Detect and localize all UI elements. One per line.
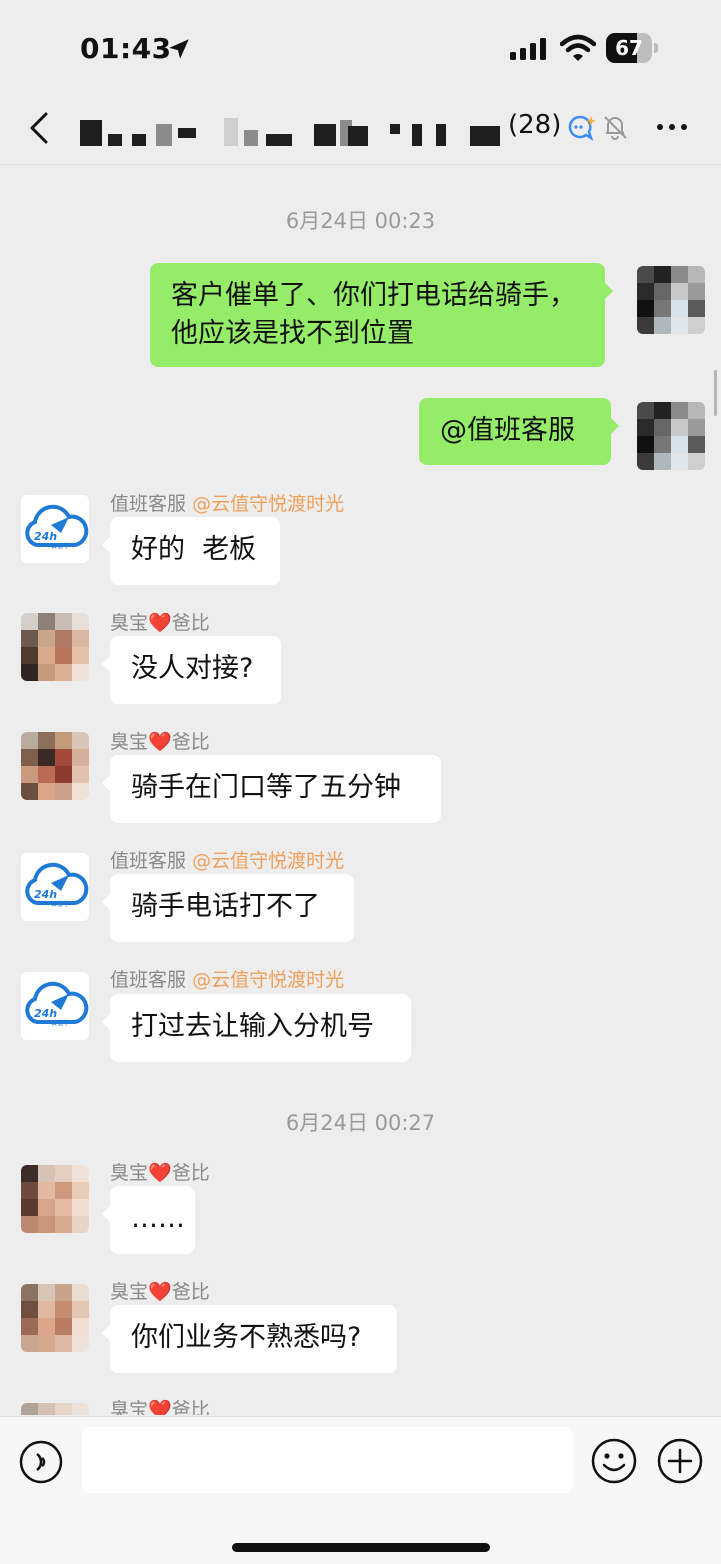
member-count: (28) (508, 110, 562, 140)
message-text: @值班客服 (440, 415, 575, 446)
bot-caption-text: 云值守 (51, 542, 69, 550)
bot-badge-text: 24h (34, 1007, 57, 1020)
back-chevron-icon[interactable] (22, 106, 58, 150)
bot-badge-text: 24h (34, 530, 57, 543)
timestamp-divider: 6月24日 00:27 (285, 1111, 436, 1135)
group-name-redacted (78, 106, 508, 150)
cloud-24h-logo-icon: 24h 云值守 (25, 504, 89, 550)
message-text: 骑手电话打不了 (131, 891, 320, 922)
clock-time: 01:43 (80, 32, 172, 65)
sender-name: 臭宝❤️爸比 (110, 731, 210, 753)
message-input-bar (0, 1416, 721, 1564)
cloud-24h-logo-icon: 24h 云值守 (25, 981, 89, 1027)
incoming-message-bubble[interactable]: 骑手电话打不了 (102, 874, 354, 942)
my-avatar[interactable] (637, 266, 705, 334)
bot-badge-text: 24h (34, 888, 57, 901)
battery-level: 67 (615, 36, 643, 60)
home-indicator[interactable] (232, 1543, 490, 1552)
outgoing-message-bubble[interactable]: 客户催单了、你们打电话给骑手， 他应该是找不到位置 (150, 263, 613, 367)
message-text: 好的 老板 (131, 534, 257, 565)
message-text: 没人对接? (131, 653, 254, 684)
more-dots-icon[interactable] (652, 112, 692, 142)
user-avatar[interactable] (21, 1284, 89, 1352)
message-text: …… (131, 1203, 185, 1234)
sender-name: 臭宝❤️爸比 (110, 1162, 210, 1184)
user-avatar[interactable] (21, 613, 89, 681)
incoming-message-bubble[interactable]: 没人对接? (102, 636, 281, 704)
bot-avatar[interactable]: 24h 云值守 (21, 853, 89, 921)
incoming-message-bubble[interactable]: 你们业务不熟悉吗? (102, 1305, 397, 1373)
sender-name: 值班客服 @云值守悦渡时光 (110, 493, 345, 515)
mute-bell-icon (604, 116, 627, 140)
user-avatar[interactable] (21, 1165, 89, 1233)
message-text-input[interactable] (82, 1427, 573, 1493)
user-avatar[interactable] (21, 1403, 89, 1415)
timestamp-divider: 6月24日 00:23 (285, 209, 436, 233)
chat-header: (28) (0, 92, 721, 165)
incoming-message-bubble[interactable]: 好的 老板 (102, 517, 280, 585)
message-text: 你们业务不熟悉吗? (131, 1322, 362, 1353)
message-text: 骑手在门口等了五分钟 (131, 772, 401, 803)
cloud-24h-logo-icon: 24h 云值守 (25, 862, 89, 908)
incoming-message-bubble[interactable]: 打过去让输入分机号 (102, 994, 411, 1062)
cellular-signal-icon (510, 38, 546, 60)
bot-caption-text: 云值守 (51, 900, 69, 908)
bot-caption-text: 云值守 (51, 1019, 69, 1027)
battery-indicator: 67 (606, 33, 658, 63)
user-avatar[interactable] (21, 732, 89, 800)
outgoing-message-bubble[interactable]: @值班客服 (419, 398, 619, 465)
wifi-icon (560, 34, 596, 61)
message-text: 打过去让输入分机号 (131, 1011, 374, 1042)
scroll-indicator[interactable] (714, 370, 717, 416)
message-text-line: 客户催单了、你们打电话给骑手， (171, 280, 576, 311)
emoji-icon[interactable] (590, 1437, 638, 1485)
sender-name: 臭宝❤️爸比 (110, 1281, 210, 1303)
add-attachment-icon[interactable] (656, 1437, 704, 1485)
sender-name: 值班客服 @云值守悦渡时光 (110, 850, 345, 872)
bot-avatar[interactable]: 24h 云值守 (21, 972, 89, 1040)
status-bar: 01:43 67 (0, 0, 721, 92)
voice-input-icon[interactable] (18, 1439, 64, 1485)
ai-assistant-icon[interactable] (566, 114, 596, 142)
sender-name: 臭宝❤️爸比 (110, 612, 210, 634)
sender-name: 值班客服 @云值守悦渡时光 (110, 969, 345, 991)
bot-avatar[interactable]: 24h 云值守 (21, 495, 89, 563)
message-text-line: 他应该是找不到位置 (171, 318, 414, 349)
incoming-message-bubble[interactable]: 骑手在门口等了五分钟 (102, 755, 441, 823)
location-arrow-icon (169, 39, 189, 59)
my-avatar[interactable] (637, 402, 705, 470)
incoming-message-bubble[interactable]: …… (102, 1186, 195, 1254)
sender-name: 臭宝❤️爸比 (110, 1399, 210, 1415)
message-list[interactable]: 6月24日 00:23 客户催单了、你们打电话给骑手， 他应该是找不到位置 @值… (0, 165, 721, 1415)
